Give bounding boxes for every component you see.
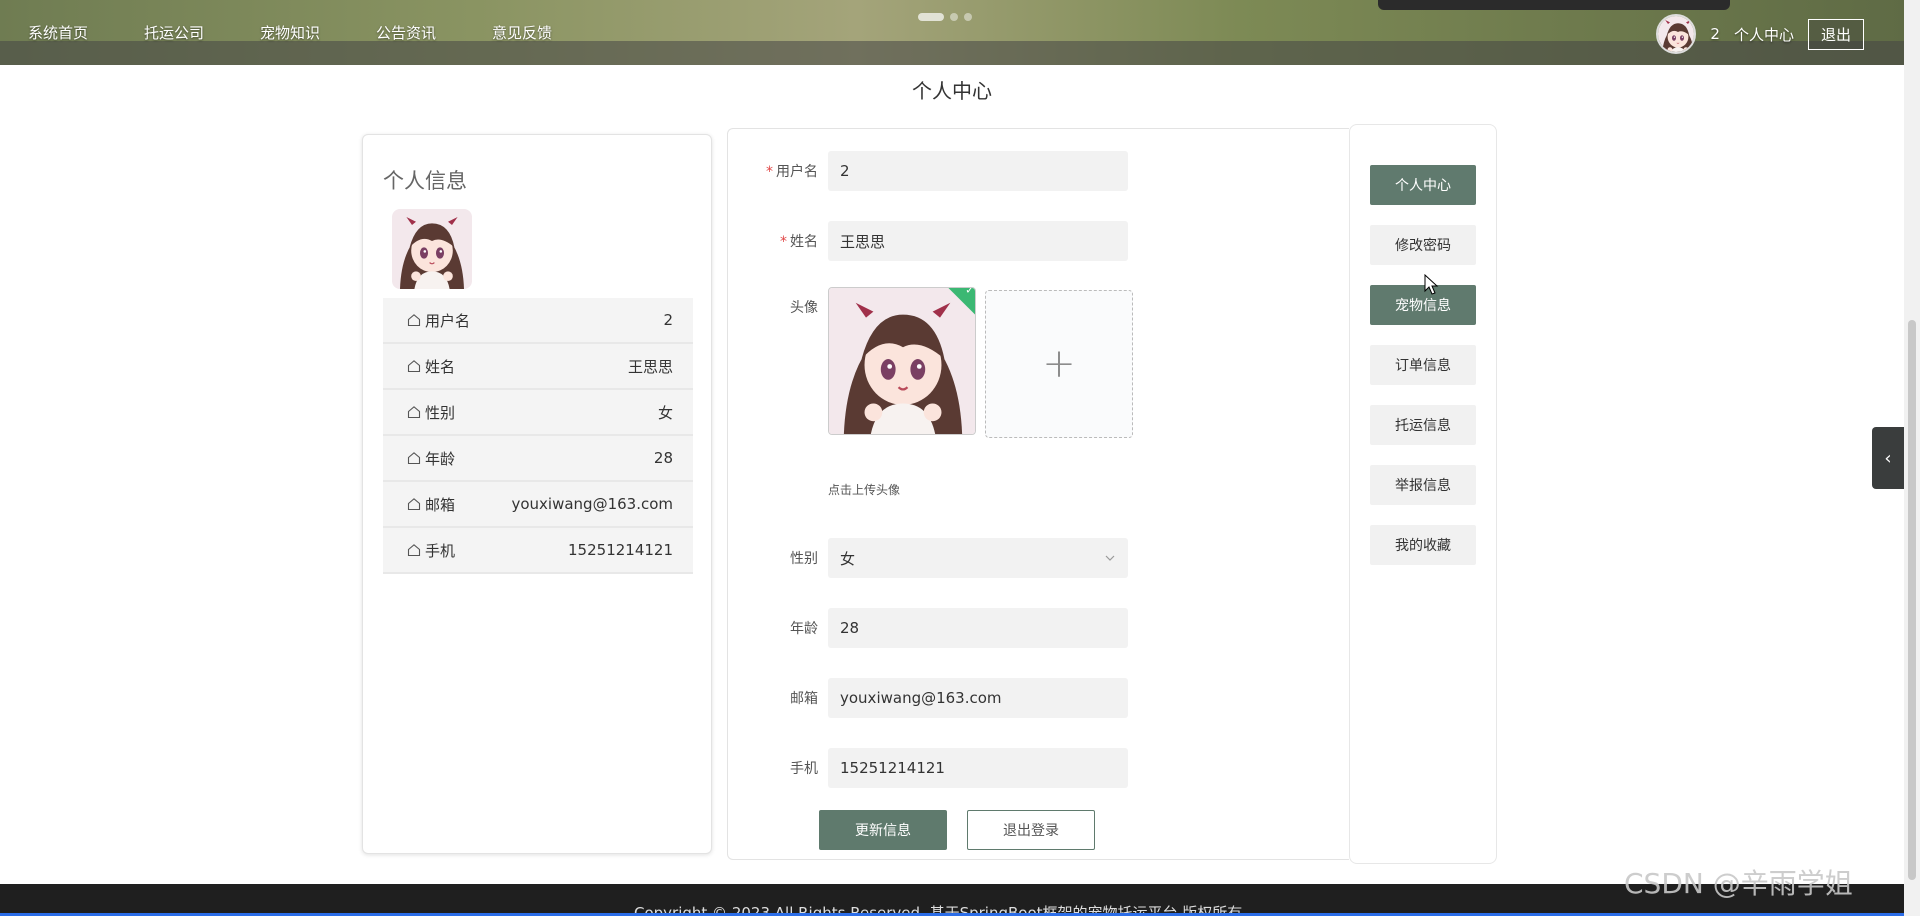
mouse-cursor-icon [1424,274,1439,295]
home-icon [407,405,421,419]
personal-center-link[interactable]: 个人中心 [1734,24,1794,45]
info-row-username: 用户名 2 [383,298,693,344]
logout-button[interactable]: 退出登录 [967,810,1095,850]
nav-item-companies[interactable]: 托运公司 [144,22,260,43]
menu-item-pet-info[interactable]: 宠物信息 [1370,285,1476,325]
menu-item-change-password[interactable]: 修改密码 [1370,225,1476,265]
nav-item-news[interactable]: 公告资讯 [376,22,492,43]
avatar[interactable] [1656,14,1697,54]
form-label: 年龄 [790,621,818,637]
logout-button-top[interactable]: 退出 [1807,18,1864,50]
form-label: 邮箱 [790,691,818,707]
chevron-down-icon [1105,555,1115,561]
home-icon [407,543,421,557]
info-value: 28 [653,449,673,467]
chevron-left-icon: ‹ [1884,447,1892,469]
form-row-age: 年龄 28 [728,608,1128,648]
username-input[interactable]: 2 [828,151,1128,191]
carousel-indicators [918,13,972,21]
form-label: 手机 [790,761,818,777]
toast-edge [1378,0,1730,10]
watermark: CSDN @辛雨学姐 [1624,867,1853,900]
profile-avatar [392,209,472,289]
info-value: youxiwang@163.com [511,495,673,513]
page-scrollbar[interactable] [1904,0,1920,916]
main-nav: 系统首页 托运公司 宠物知识 公告资讯 意见反馈 [28,22,608,43]
home-icon [407,313,421,327]
info-value: 王思思 [627,357,673,376]
menu-item-favorites[interactable]: 我的收藏 [1370,525,1476,565]
info-row-age: 年龄 28 [383,436,693,482]
collapse-tab[interactable]: ‹ [1872,427,1904,489]
form-row-name: * 姓名 王思思 [728,221,1128,261]
form-label: 性别 [790,551,818,567]
info-label: 手机 [425,541,456,560]
info-row-name: 姓名 王思思 [383,344,693,390]
personal-info-card: 个人信息 用户名 2 姓名 王思思 性别 女 年龄 28 邮箱 youxiwan… [362,134,712,854]
info-value: 女 [657,403,673,422]
nav-item-pet-knowledge[interactable]: 宠物知识 [260,22,376,43]
info-label: 性别 [425,403,456,422]
info-label: 用户名 [425,311,471,330]
form-row-gender: 性别 女 [728,538,1128,578]
plus-icon: + [1042,341,1076,387]
nav-item-feedback[interactable]: 意见反馈 [492,22,608,43]
upload-button[interactable]: + [985,290,1133,438]
menu-item-personal-center[interactable]: 个人中心 [1370,165,1476,205]
carousel-dot[interactable] [964,13,972,21]
menu-item-orders[interactable]: 订单信息 [1370,345,1476,385]
info-row-gender: 性别 女 [383,390,693,436]
gender-select[interactable]: 女 [828,538,1128,578]
gender-value: 女 [840,549,856,568]
profile-form: * 用户名 2 * 姓名 王思思 头像 ✓ + 点击上传头像 性别 女 年龄 28 … [727,128,1349,860]
form-label: 头像 [790,300,818,316]
name-input[interactable]: 王思思 [828,221,1128,261]
age-input[interactable]: 28 [828,608,1128,648]
top-navbar: 系统首页 托运公司 宠物知识 公告资讯 意见反馈 2 个人中心 退出 [0,0,1904,65]
info-value: 2 [663,311,673,329]
home-icon [407,451,421,465]
form-row-email: 邮箱 youxiwang@163.com [728,678,1128,718]
nav-item-home[interactable]: 系统首页 [28,22,144,43]
side-menu: 个人中心 修改密码 宠物信息 订单信息 托运信息 举报信息 我的收藏 [1349,124,1497,864]
info-label: 邮箱 [425,495,456,514]
form-label: * 用户名 [766,164,818,180]
home-icon [407,359,421,373]
info-row-phone: 手机 15251214121 [383,528,693,574]
form-row-phone: 手机 15251214121 [728,748,1128,788]
info-list: 用户名 2 姓名 王思思 性别 女 年龄 28 邮箱 youxiwang@163… [383,298,693,574]
footer: Copyright © 2023 All Rights Reserved. 基于… [0,884,1904,916]
email-field[interactable]: youxiwang@163.com [828,678,1128,718]
form-row-avatar: 头像 [728,297,818,317]
carousel-dot[interactable] [918,13,944,21]
info-value: 15251214121 [568,541,673,559]
carousel-dot[interactable] [950,13,958,21]
form-row-username: * 用户名 2 [728,151,1128,191]
uploaded-avatar-thumb[interactable]: ✓ [828,287,976,435]
home-icon [407,497,421,511]
phone-input[interactable]: 15251214121 [828,748,1128,788]
scrollbar-thumb[interactable] [1908,320,1916,880]
header-username: 2 [1710,25,1720,43]
form-label: * 姓名 [780,234,818,250]
card-heading: 个人信息 [383,169,467,193]
check-icon: ✓ [965,287,975,297]
upload-hint: 点击上传头像 [828,483,901,497]
menu-item-shipping[interactable]: 托运信息 [1370,405,1476,445]
page-title: 个人中心 [912,79,992,103]
navbar-shade [0,41,1904,65]
update-info-button[interactable]: 更新信息 [819,810,947,850]
menu-item-reports[interactable]: 举报信息 [1370,465,1476,505]
info-label: 年龄 [425,449,456,468]
info-row-email: 邮箱 youxiwang@163.com [383,482,693,528]
user-area: 2 个人中心 退出 [1656,14,1864,54]
info-label: 姓名 [425,357,456,376]
